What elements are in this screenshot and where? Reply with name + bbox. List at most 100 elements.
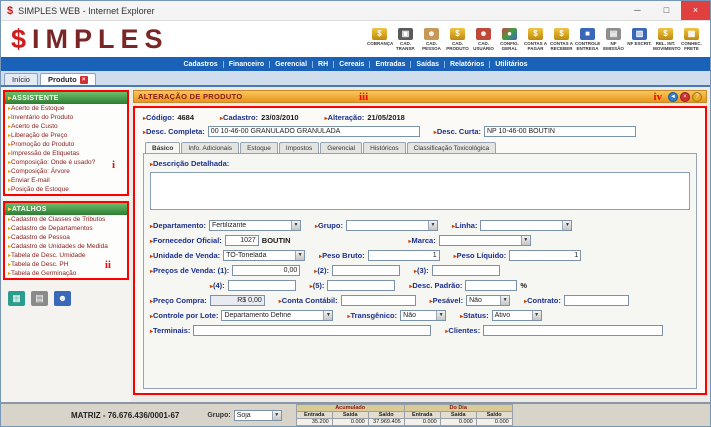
preco-5-input[interactable] [327,280,395,291]
toolbar-button[interactable]: ▣CAD. TRANSP. [393,27,418,51]
atalhos-item[interactable]: Cadastro de Pessoa [5,233,127,242]
desc-curta-input[interactable] [484,126,636,137]
preco-compra-input[interactable] [210,295,265,306]
menu-item-saidas[interactable]: Saídas [410,61,444,68]
preco-3-input[interactable] [432,265,500,276]
saldo-header: Saldo [368,412,404,419]
menu-item-cadastros[interactable]: Cadastros [178,61,222,68]
menu-item-gerencial[interactable]: Gerencial [269,61,312,68]
pesavel-select[interactable]: Não [466,295,510,306]
toolbar-button[interactable]: $CAD. PRODUTO [445,27,470,51]
toolbar-button[interactable]: ■CONTROLE ENTREGA [575,27,600,51]
grid-icon[interactable]: ▦ [8,291,25,306]
descricao-detalhada-textarea[interactable] [150,172,690,210]
desc-padrao-input[interactable] [465,280,517,291]
preco-2-input[interactable] [332,265,400,276]
assistente-item[interactable]: Posição de Estoque [5,185,127,194]
marca-select[interactable] [439,235,531,246]
assistente-header: ASSISTENTE [5,92,127,104]
toolbar-button[interactable]: ▤NF EMISSÃO [601,27,626,51]
atalhos-item[interactable]: Cadastro de Unidades de Medida [5,242,127,251]
preco-4-input[interactable] [228,280,296,291]
conta-contabil-input[interactable] [341,295,416,306]
close-page-button[interactable]: × [680,92,690,102]
terminais-label: Terminais: [150,326,190,335]
unidade-venda-select[interactable]: TO-Tonelada [223,250,305,261]
totals-table: Acumulado Do Dia Entrada Saída Saldo Ent… [296,404,513,426]
minimize-button[interactable]: ─ [623,1,652,20]
tab-produto[interactable]: Produto× [40,73,96,85]
linha-select[interactable] [480,220,572,231]
desc-completa-label: Desc. Completa: [143,127,205,136]
entrada-header: Entrada [404,412,440,419]
assistente-item[interactable]: Composição: Onde é usado? [5,158,127,167]
footer-grupo-select[interactable]: Soja [234,410,282,421]
close-button[interactable]: × [681,1,710,20]
terminais-input[interactable] [193,325,431,336]
coins-icon: $ [554,28,569,40]
fornecedor-codigo-input[interactable] [225,235,259,246]
toolbar-button[interactable]: ☻CAD. PESSOA [419,27,444,51]
help-button[interactable]: ? [692,92,702,102]
contrato-label: Contrato: [524,296,561,305]
preco-2-label: (2): [314,266,329,275]
toolbar-button[interactable]: $REL. INT. MOVIMENTO [653,27,678,51]
clientes-input[interactable] [483,325,663,336]
assistente-item[interactable]: Composição: Árvore [5,167,127,176]
menu-item-rh[interactable]: RH [312,61,333,68]
desc-completa-input[interactable] [208,126,420,137]
toolbar-button[interactable]: $COBRANÇA [367,27,392,46]
ie-window: $ SIMPLES WEB - Internet Explorer ─ □ × … [0,0,711,427]
atalhos-item[interactable]: Cadastro de Classes de Tributos [5,215,127,224]
toolbar-button[interactable]: ▥NF ESCRIT. [627,27,652,46]
peso-bruto-label: Peso Bruto: [319,251,365,260]
printer-icon: ▤ [606,28,621,40]
menu-item-entradas[interactable]: Entradas [369,61,410,68]
toolbar-button[interactable]: ▦CONHEC. FRETE [679,27,704,51]
controle-lote-select[interactable]: Departamento Define [221,310,333,321]
status-select[interactable]: Ativo [492,310,542,321]
assistente-item[interactable]: Acerto de Custo [5,122,127,131]
menu-item-utilitarios[interactable]: Utilitários [489,61,532,68]
menu-item-cereais[interactable]: Cereais [333,61,369,68]
assistente-item[interactable]: Liberação de Preço [5,131,127,140]
printer-icon[interactable]: ▤ [31,291,48,306]
menu-item-financeiro[interactable]: Financeiro [223,61,269,68]
menu-item-relatorios[interactable]: Relatórios [444,61,489,68]
contrato-input[interactable] [564,295,629,306]
peso-liquido-input[interactable] [509,250,581,261]
chevron-down-icon [323,311,332,320]
close-tab-icon[interactable]: × [80,76,88,84]
toolbar-button[interactable]: ●CONFIG. GERAL [497,27,522,51]
chevron-down-icon [532,311,541,320]
maximize-button[interactable]: □ [652,1,681,20]
peso-bruto-input[interactable] [368,250,440,261]
toolbar-button[interactable]: $CONTAS A PAGAR [523,27,548,51]
assistente-item[interactable]: Acerto de Estoque [5,104,127,113]
assistente-item[interactable]: Impressão de Etiquetas [5,149,127,158]
back-button[interactable]: ◄ [668,92,678,102]
app-icon: $ [7,5,13,17]
assistente-item[interactable]: Inventário do Produto [5,113,127,122]
annotation-iv: iv [653,92,662,103]
assistente-item[interactable]: Enviar E-mail [5,176,127,185]
unidade-venda-label: Unidade de Venda: [150,251,220,260]
toolbar-button[interactable]: $CONTAS A RECEBER [549,27,574,51]
grupo-select[interactable] [346,220,438,231]
document-tabs: Início Produto× [1,71,710,87]
users-icon[interactable]: ☻ [54,291,71,306]
transgenico-select[interactable]: Não [400,310,446,321]
assistente-item[interactable]: Promoção do Produto [5,140,127,149]
preco-1-input[interactable] [232,265,300,276]
page-title: ALTERAÇÃO DE PRODUTO [138,92,242,101]
tab-inicio[interactable]: Início [4,73,38,85]
acumulado-saldo-value: 37.969.405 [368,419,404,426]
departamento-select[interactable]: Fertilizante [209,220,301,231]
status-bar: MATRIZ - 76.676.436/0001-67 Grupo: Soja … [1,402,710,426]
atalhos-item[interactable]: Cadastro de Departamentos [5,224,127,233]
saldo-header: Saldo [476,412,512,419]
fornecedor-nome: BOUTIN [262,236,291,245]
toolbar-button[interactable]: ☻CAD. USUÁRIO [471,27,496,51]
footer-grupo-label: Grupo: [207,412,230,419]
app-header: $IMPLES $COBRANÇA ▣CAD. TRANSP. ☻CAD. PE… [1,21,710,57]
